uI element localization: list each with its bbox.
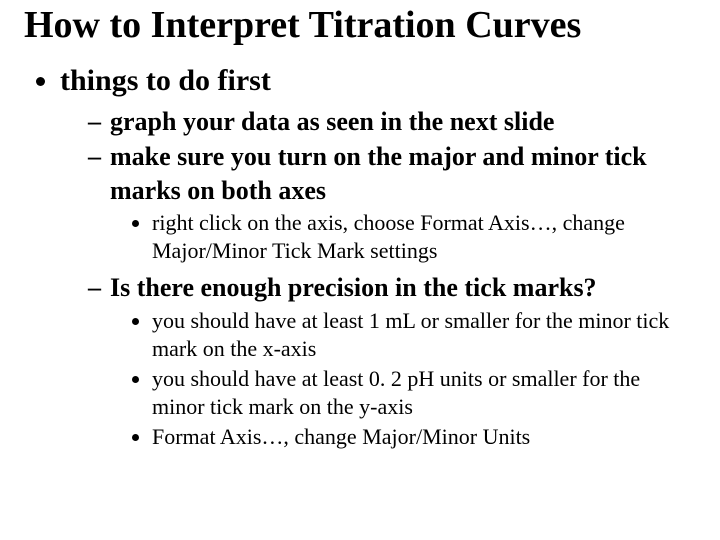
list-item: graph your data as seen in the next slid… xyxy=(88,105,696,138)
level2-text: Is there enough precision in the tick ma… xyxy=(110,273,597,302)
bullet-list-level3: right click on the axis, choose Format A… xyxy=(110,209,696,265)
level3-text: you should have at least 1 mL or smaller… xyxy=(152,308,669,361)
list-item: you should have at least 0. 2 pH units o… xyxy=(152,365,696,421)
list-item: you should have at least 1 mL or smaller… xyxy=(152,307,696,363)
level2-text: graph your data as seen in the next slid… xyxy=(110,107,554,136)
list-item: Is there enough precision in the tick ma… xyxy=(88,271,696,451)
slide: How to Interpret Titration Curves things… xyxy=(0,0,720,540)
list-item: right click on the axis, choose Format A… xyxy=(152,209,696,265)
bullet-list-level1: things to do first graph your data as se… xyxy=(24,62,696,452)
bullet-list-level3: you should have at least 1 mL or smaller… xyxy=(110,307,696,452)
list-item: Format Axis…, change Major/Minor Units xyxy=(152,423,696,451)
level3-text: you should have at least 0. 2 pH units o… xyxy=(152,366,640,419)
level2-text: make sure you turn on the major and mino… xyxy=(110,142,647,204)
slide-title: How to Interpret Titration Curves xyxy=(24,4,696,48)
level3-text: Format Axis…, change Major/Minor Units xyxy=(152,424,530,449)
list-item: make sure you turn on the major and mino… xyxy=(88,140,696,265)
level1-text: things to do first xyxy=(60,64,271,97)
bullet-list-level2: graph your data as seen in the next slid… xyxy=(60,105,696,451)
level3-text: right click on the axis, choose Format A… xyxy=(152,210,625,263)
list-item: things to do first graph your data as se… xyxy=(60,62,696,452)
